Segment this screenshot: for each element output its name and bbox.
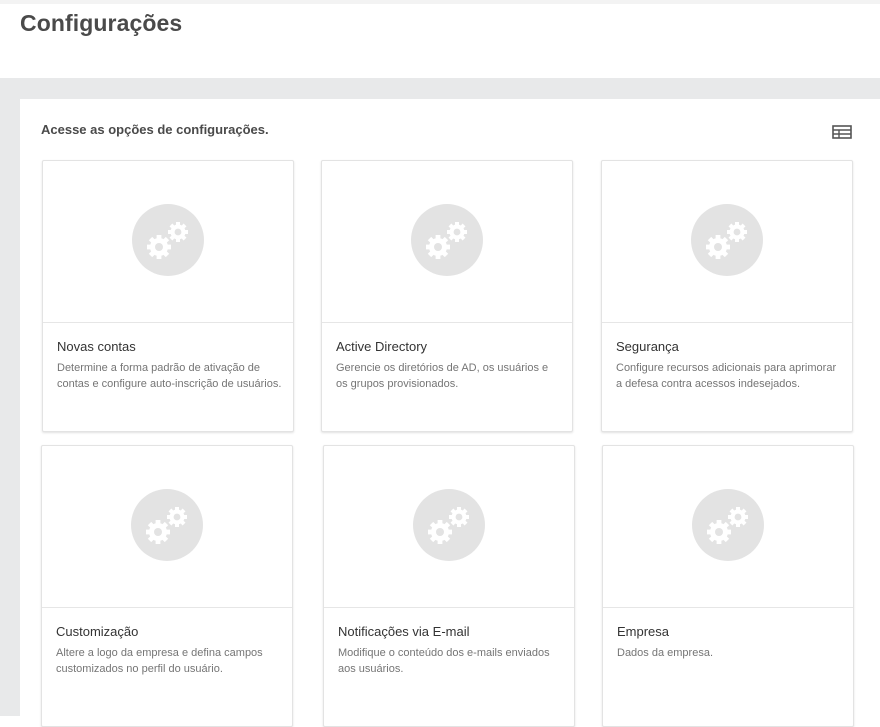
page-header: Configurações bbox=[0, 4, 880, 78]
gears-icon bbox=[131, 489, 203, 561]
settings-card-empresa[interactable]: Empresa Dados da empresa. bbox=[602, 445, 854, 727]
settings-panel: Acesse as opções de configurações. Novas… bbox=[20, 99, 880, 727]
card-description: Dados da empresa. bbox=[617, 647, 713, 659]
settings-card-notificacoes-email[interactable]: Notificações via E-mail Modifique o cont… bbox=[323, 445, 575, 727]
card-image-area bbox=[43, 161, 293, 323]
table-view-icon[interactable] bbox=[832, 125, 852, 139]
card-title: Segurança bbox=[616, 339, 679, 354]
gears-icon bbox=[692, 489, 764, 561]
card-description: Configure recursos adicionais para aprim… bbox=[616, 362, 837, 390]
card-title: Novas contas bbox=[57, 339, 136, 354]
card-title: Customização bbox=[56, 624, 139, 639]
card-image-area bbox=[322, 161, 572, 323]
settings-card-customizacao[interactable]: Customização Altere a logo da empresa e … bbox=[41, 445, 293, 727]
settings-card-active-directory[interactable]: Active Directory Gerencie os diretórios … bbox=[321, 160, 573, 432]
gears-icon bbox=[413, 489, 485, 561]
card-image-area bbox=[42, 446, 292, 608]
gears-icon bbox=[132, 204, 204, 276]
card-title: Active Directory bbox=[336, 339, 428, 354]
card-title: Empresa bbox=[617, 624, 670, 639]
gears-icon bbox=[691, 204, 763, 276]
card-description: Gerencie os diretórios de AD, os usuário… bbox=[336, 362, 549, 390]
card-image-area bbox=[603, 446, 853, 608]
card-image-area bbox=[324, 446, 574, 608]
card-title: Notificações via E-mail bbox=[338, 624, 470, 639]
card-image-area bbox=[602, 161, 852, 323]
card-description: Altere a logo da empresa e defina campos… bbox=[56, 647, 263, 675]
panel-subtitle: Acesse as opções de configurações. bbox=[41, 122, 269, 137]
settings-card-seguranca[interactable]: Segurança Configure recursos adicionais … bbox=[601, 160, 853, 432]
card-description: Determine a forma padrão de ativação de … bbox=[57, 362, 282, 390]
card-description: Modifique o conteúdo dos e-mails enviado… bbox=[338, 647, 550, 675]
gears-icon bbox=[411, 204, 483, 276]
page-title: Configurações bbox=[20, 10, 183, 36]
settings-card-novas-contas[interactable]: Novas contas Determine a forma padrão de… bbox=[42, 160, 294, 432]
